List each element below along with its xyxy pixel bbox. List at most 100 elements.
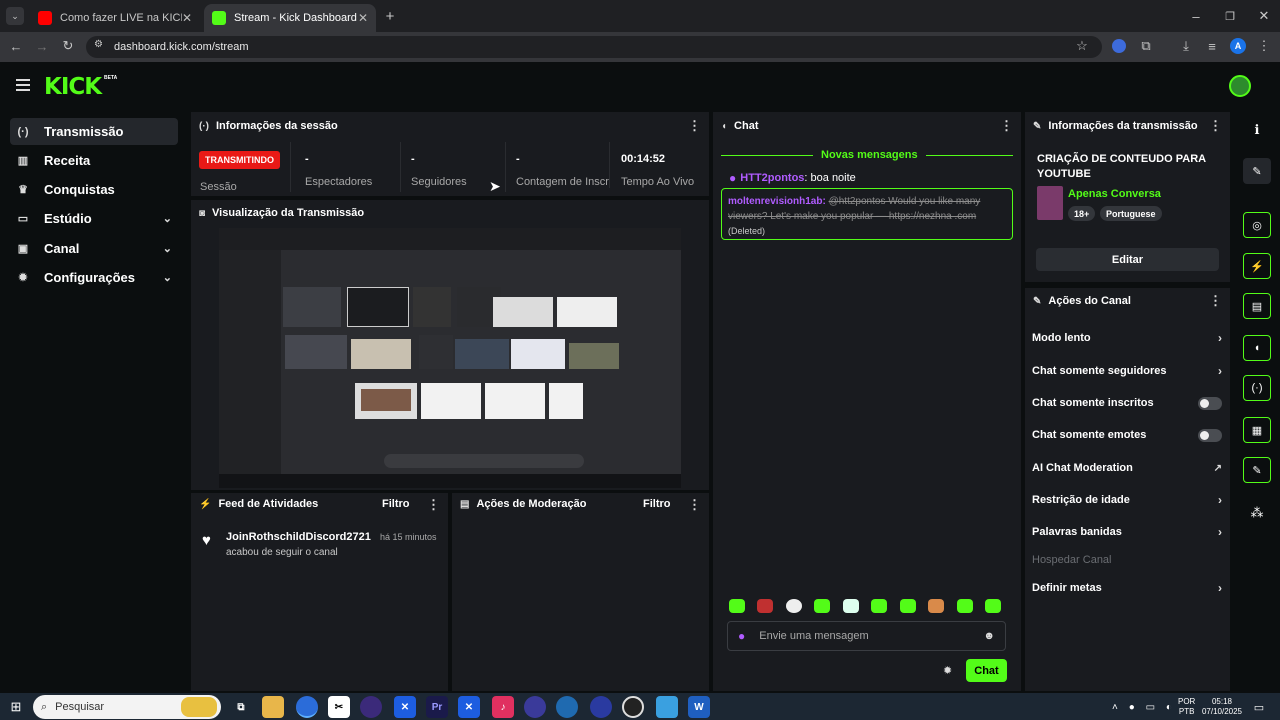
emote-icon[interactable] <box>956 599 973 613</box>
action-slow-mode[interactable]: Modo lento › <box>1032 328 1222 348</box>
sidebar-item-canal[interactable]: ▣ Canal ⌄ <box>10 235 178 262</box>
sidebar-item-conquistas[interactable]: ♛ Conquistas <box>10 176 178 203</box>
sidebar-item-receita[interactable]: ▥ Receita <box>10 147 178 174</box>
chat-send-button[interactable]: Chat <box>966 659 1007 682</box>
more-options-icon[interactable]: ⋮ <box>1000 118 1013 134</box>
tab-search-icon[interactable]: ⌄ <box>6 7 24 25</box>
emoji-icon[interactable]: ☻ <box>983 630 995 642</box>
rail-lightning-icon[interactable]: ⚡ <box>1243 253 1271 279</box>
emote-icon[interactable] <box>984 599 1001 613</box>
profile-avatar[interactable]: A <box>1230 38 1246 54</box>
rail-document-icon[interactable]: ▤ <box>1243 293 1271 319</box>
category-name[interactable]: Apenas Conversa <box>1068 188 1161 200</box>
windows-start-icon[interactable]: ⊞ <box>8 699 24 715</box>
premiere-icon[interactable]: Pr <box>426 696 448 718</box>
emote-icon[interactable] <box>899 599 916 613</box>
forward-icon[interactable]: → <box>34 38 50 54</box>
rail-camera-icon[interactable]: ◎ <box>1243 212 1271 238</box>
hamburger-menu-icon[interactable] <box>16 79 30 91</box>
app-icon[interactable]: ✕ <box>458 696 480 718</box>
tiktok-icon[interactable]: ♪ <box>492 696 514 718</box>
action-age-restriction[interactable]: Restrição de idade › <box>1032 490 1222 510</box>
more-options-icon[interactable]: ⋮ <box>1209 118 1222 134</box>
window-close-icon[interactable]: ✕ <box>1256 8 1272 24</box>
sidebar-item-transmissao[interactable]: (·) Transmissão <box>10 118 178 145</box>
category-thumbnail[interactable] <box>1037 186 1063 220</box>
chevron-down-icon: ⌄ <box>162 243 172 255</box>
clock[interactable]: 05:18 07/10/2025 <box>1200 697 1244 717</box>
app-icon[interactable] <box>556 696 578 718</box>
more-options-icon[interactable]: ⋮ <box>688 118 701 134</box>
info-icon[interactable]: ℹ <box>1250 122 1264 137</box>
emote-icon[interactable] <box>871 599 888 613</box>
rail-wrench-icon[interactable]: ✎ <box>1243 457 1271 483</box>
emote-icon[interactable] <box>842 599 859 613</box>
restore-icon[interactable]: ❐ <box>1222 8 1238 24</box>
language-indicator[interactable]: POR PTB <box>1178 697 1195 717</box>
chat-settings-gear-icon[interactable]: ✹ <box>943 664 952 677</box>
chat-username[interactable]: moltenrevisionh1ab: <box>728 196 826 207</box>
stream-preview-video[interactable] <box>219 228 681 488</box>
emote-icon[interactable] <box>814 599 831 613</box>
sidebar-item-estudio[interactable]: ▭ Estúdio ⌄ <box>10 205 178 232</box>
app-icon[interactable] <box>656 696 678 718</box>
minimize-icon[interactable]: – <box>1188 8 1204 24</box>
browser-tab-youtube[interactable]: Como fazer LIVE na KICK pelo C ✕ <box>30 4 200 32</box>
extensions-puzzle-icon[interactable]: ⧉ <box>1138 38 1154 54</box>
media-control-icon[interactable]: ≡ <box>1204 38 1220 54</box>
taskbar-search[interactable]: ⌕ Pesquisar <box>33 695 221 719</box>
subscribers-only-toggle[interactable] <box>1198 396 1222 410</box>
system-tray-icons[interactable]: ˄ ● ▭ ◐ <box>1112 700 1172 714</box>
extension-icon[interactable] <box>1112 39 1126 53</box>
emotes-only-toggle[interactable] <box>1198 428 1222 442</box>
emote-icon[interactable] <box>757 599 774 613</box>
app-icon[interactable] <box>360 696 382 718</box>
close-tab-icon[interactable]: ✕ <box>358 11 368 25</box>
rail-edit-icon[interactable]: ✎ <box>1243 158 1271 184</box>
more-options-icon[interactable]: ⋮ <box>1209 293 1222 309</box>
browser-menu-icon[interactable]: ⋮ <box>1258 38 1271 54</box>
app-icon[interactable]: ✕ <box>394 696 416 718</box>
emote-icon[interactable] <box>729 599 745 613</box>
reload-icon[interactable]: ↻ <box>60 38 76 54</box>
moderation-filter-button[interactable]: Filtro <box>643 498 671 510</box>
action-banned-words[interactable]: Palavras banidas › <box>1032 522 1222 542</box>
chrome-icon[interactable] <box>296 696 318 718</box>
app-icon[interactable] <box>524 696 546 718</box>
action-followers-only[interactable]: Chat somente seguidores › <box>1032 361 1222 381</box>
back-icon[interactable]: ← <box>8 38 24 54</box>
chat-message: ● HTT2pontos : boa noite <box>729 171 856 185</box>
app-icon[interactable] <box>590 696 612 718</box>
notification-icon[interactable]: ▭ <box>1252 700 1266 714</box>
rail-broadcast-icon[interactable]: (·) <box>1243 375 1271 401</box>
obs-icon[interactable] <box>622 696 644 718</box>
close-tab-icon[interactable]: ✕ <box>182 11 192 25</box>
moderation-more-icon[interactable]: ⋮ <box>688 497 701 513</box>
rail-apps-icon[interactable]: ⁂ <box>1249 505 1265 521</box>
download-icon[interactable]: ⤓ <box>1178 38 1194 54</box>
bookmark-star-icon[interactable]: ☆ <box>1074 38 1090 54</box>
word-icon[interactable]: W <box>688 696 710 718</box>
user-avatar[interactable] <box>1229 75 1251 97</box>
activity-more-icon[interactable]: ⋮ <box>427 497 440 513</box>
task-view-icon[interactable]: ⧉ <box>230 696 252 718</box>
kick-logo[interactable]: KICK <box>44 74 102 100</box>
rail-chat-icon[interactable]: ◖ <box>1243 335 1271 361</box>
new-tab-icon[interactable]: + <box>382 8 398 25</box>
action-set-goals[interactable]: Definir metas › <box>1032 578 1222 598</box>
emote-icon[interactable] <box>785 599 802 613</box>
sidebar-item-configuracoes[interactable]: ✹ Configurações ⌄ <box>10 264 178 291</box>
action-ai-moderation[interactable]: AI Chat Moderation ↗ <box>1032 458 1222 478</box>
browser-tab-kick[interactable]: Stream - Kick Dashboard ✕ <box>204 4 376 32</box>
rail-layout-icon[interactable]: ▦ <box>1243 417 1271 443</box>
chat-input[interactable]: ● Envie uma mensagem ☻ <box>727 621 1006 651</box>
edit-stream-button[interactable]: Editar <box>1036 248 1219 271</box>
chat-username[interactable]: HTT2pontos <box>740 172 804 184</box>
site-info-icon[interactable]: ⚙ <box>94 39 103 50</box>
url-bar[interactable]: ⚙ dashboard.kick.com/stream <box>86 36 1102 58</box>
activity-filter-button[interactable]: Filtro <box>382 498 410 510</box>
file-explorer-icon[interactable] <box>262 696 284 718</box>
capcut-icon[interactable]: ✂ <box>328 696 350 718</box>
activity-username[interactable]: JoinRothschildDiscord2721 <box>226 531 371 543</box>
emote-icon[interactable] <box>928 599 945 613</box>
